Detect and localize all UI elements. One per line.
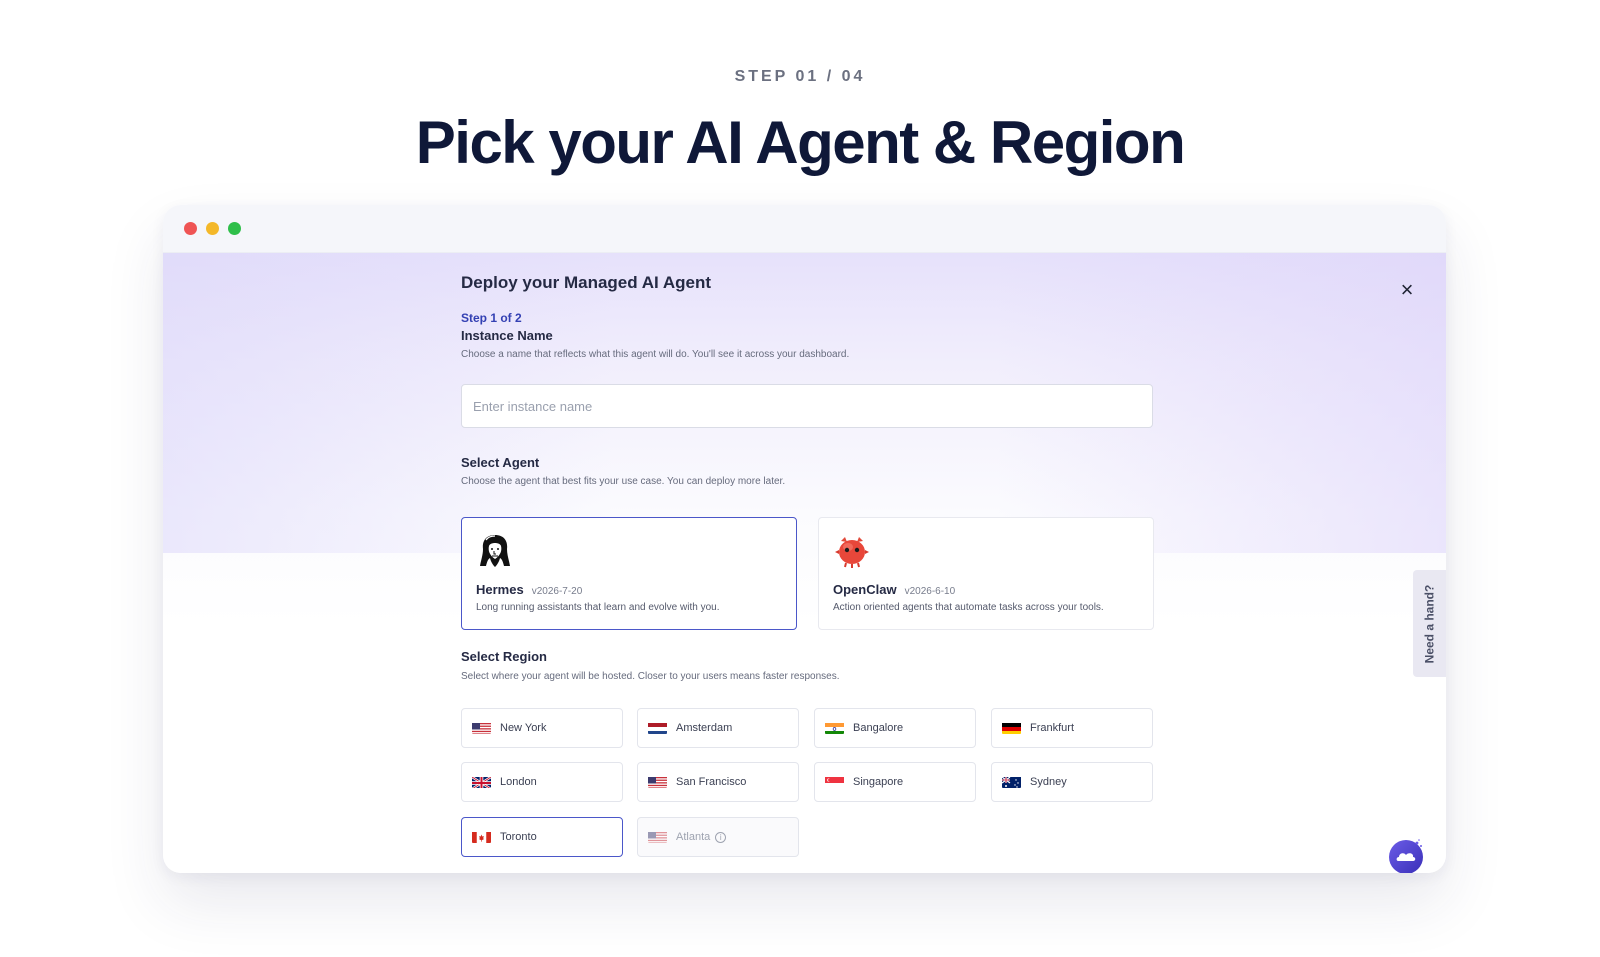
us-flag-icon: [472, 722, 491, 734]
window-minimize-dot[interactable]: [206, 222, 219, 235]
agent-name: OpenClaw: [833, 582, 897, 597]
window-close-dot[interactable]: [184, 222, 197, 235]
agent-version: v2026-7-20: [531, 586, 583, 597]
de-flag-icon: [1002, 722, 1021, 734]
instance-name-heading: Instance Name: [461, 328, 553, 343]
region-label: Frankfurt: [1030, 722, 1075, 734]
openclaw-name-row: OpenClaw v2026-6-10: [833, 582, 955, 597]
au-flag-icon: [1002, 776, 1021, 788]
openclaw-crab-icon: [833, 532, 871, 570]
region-bangalore[interactable]: Bangalore: [814, 708, 976, 748]
step-indicator: Step 1 of 2: [461, 311, 522, 325]
agent-name: Hermes: [476, 582, 524, 597]
instance-name-input[interactable]: [461, 384, 1153, 428]
region-new-york[interactable]: New York: [461, 708, 623, 748]
instance-name-description: Choose a name that reflects what this ag…: [461, 349, 850, 360]
select-region-description: Select where your agent will be hosted. …: [461, 671, 840, 682]
in-flag-icon: [825, 722, 844, 734]
agent-version: v2026-6-10: [904, 586, 956, 597]
info-icon[interactable]: i: [715, 831, 727, 843]
ca-flag-icon: [472, 831, 491, 843]
step-label: STEP 01 / 04: [734, 68, 866, 85]
sg-flag-icon: [825, 776, 844, 788]
hermes-bust-icon: [476, 532, 514, 570]
nl-flag-icon: [648, 722, 667, 734]
agent-card-openclaw[interactable]: OpenClaw v2026-6-10 Action oriented agen…: [818, 517, 1154, 630]
cloud-chat-icon[interactable]: [1388, 837, 1426, 873]
region-label: Sydney: [1030, 776, 1067, 788]
region-label: Toronto: [500, 831, 537, 843]
uk-flag-icon: [472, 776, 491, 788]
region-label: New York: [500, 722, 547, 734]
select-region-heading: Select Region: [461, 649, 547, 664]
page-title: Pick your AI Agent & Region: [415, 109, 1186, 176]
window-titlebar: [163, 205, 1446, 253]
dialog-content: × Deploy your Managed AI Agent Step 1 of…: [163, 253, 1446, 873]
agent-card-hermes[interactable]: Hermes v2026-7-20 Long running assistant…: [461, 517, 797, 630]
close-icon[interactable]: ×: [1396, 279, 1418, 301]
agent-description: Long running assistants that learn and e…: [476, 602, 720, 613]
region-singapore[interactable]: Singapore: [814, 762, 976, 802]
region-label: Amsterdam: [676, 722, 733, 734]
dialog-title: Deploy your Managed AI Agent: [461, 273, 711, 292]
region-frankfurt[interactable]: Frankfurt: [991, 708, 1153, 748]
help-tab-label: Need a hand?: [1422, 584, 1437, 663]
region-label: Bangalore: [853, 722, 904, 734]
region-toronto[interactable]: Toronto: [461, 817, 623, 857]
region-london[interactable]: London: [461, 762, 623, 802]
select-agent-description: Choose the agent that best fits your use…: [461, 476, 786, 487]
region-label: San Francisco: [676, 776, 747, 788]
region-amsterdam[interactable]: Amsterdam: [637, 708, 799, 748]
region-label: Singapore: [853, 776, 904, 788]
us-flag-icon: [648, 776, 667, 788]
select-agent-heading: Select Agent: [461, 455, 540, 470]
app-window: × Deploy your Managed AI Agent Step 1 of…: [163, 205, 1446, 873]
region-label: London: [500, 776, 537, 788]
region-atlanta: Atlanta i: [637, 817, 799, 857]
region-sydney[interactable]: Sydney: [991, 762, 1153, 802]
us-flag-icon: [648, 831, 667, 843]
window-maximize-dot[interactable]: [228, 222, 241, 235]
region-san-francisco[interactable]: San Francisco: [637, 762, 799, 802]
agent-description: Action oriented agents that automate tas…: [833, 602, 1104, 613]
need-a-hand-tab[interactable]: Need a hand?: [1413, 570, 1446, 677]
region-label: Atlanta: [676, 831, 711, 843]
hermes-name-row: Hermes v2026-7-20: [476, 582, 582, 597]
